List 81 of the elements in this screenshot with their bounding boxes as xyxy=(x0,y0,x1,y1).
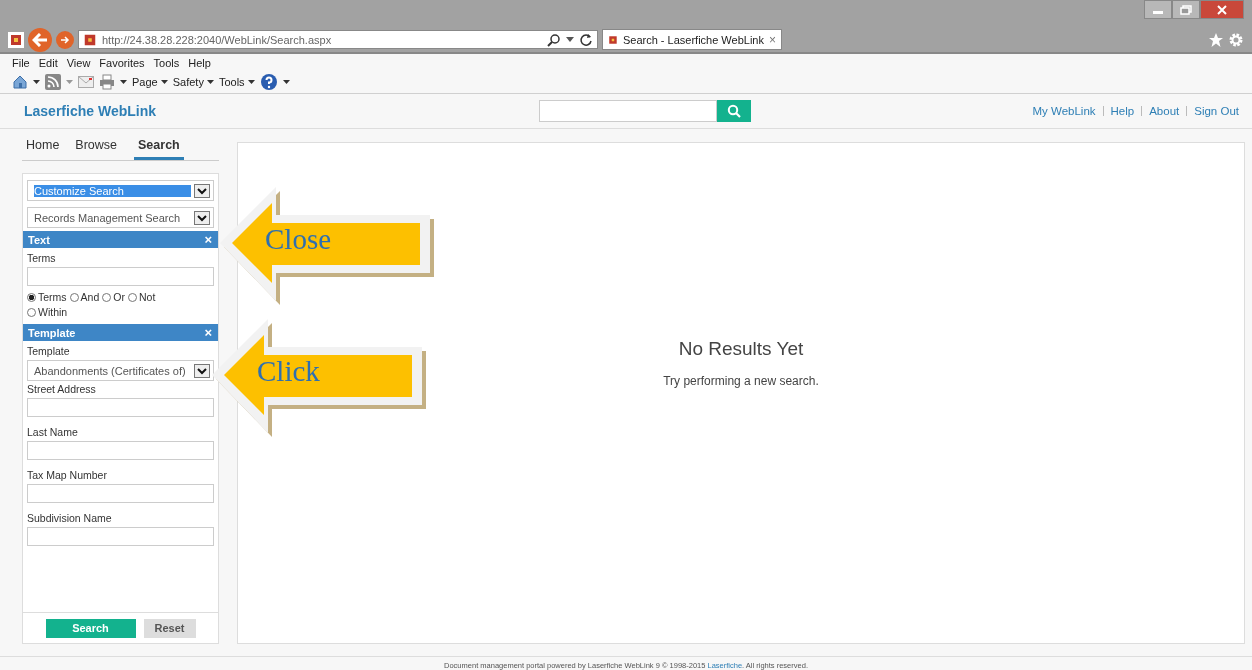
printer-icon[interactable] xyxy=(99,74,115,90)
field-label: Tax Map Number xyxy=(27,469,108,481)
minimize-button[interactable] xyxy=(1144,0,1172,19)
mail-icon[interactable] xyxy=(78,76,94,88)
field-label: Last Name xyxy=(27,426,79,438)
logo[interactable]: Laserfiche WebLink xyxy=(24,103,539,119)
search-icon[interactable] xyxy=(547,32,561,47)
menu-item[interactable]: File xyxy=(12,56,30,69)
chevron-down-icon xyxy=(194,210,210,225)
caret-icon[interactable] xyxy=(33,79,40,85)
header-link[interactable]: My WebLink xyxy=(1032,105,1096,117)
caret-icon[interactable] xyxy=(282,79,290,85)
menu-item[interactable]: Help xyxy=(188,56,211,69)
restore-icon xyxy=(1180,4,1192,15)
menu-item[interactable]: View xyxy=(66,56,91,69)
nav-tab[interactable]: Browse xyxy=(71,136,130,160)
refresh-icon[interactable] xyxy=(579,32,593,47)
arrow-right-icon xyxy=(60,34,70,45)
caret-icon xyxy=(206,79,214,85)
dropdown[interactable]: Records Management Search xyxy=(27,207,214,228)
chevron-down-icon xyxy=(194,363,210,378)
site-icon xyxy=(83,32,97,47)
search-icon xyxy=(727,104,741,118)
caret-icon[interactable] xyxy=(566,36,574,43)
restore-button[interactable] xyxy=(1172,0,1200,19)
close-icon xyxy=(1216,4,1228,15)
minimize-icon xyxy=(1153,11,1163,14)
close-button[interactable]: × xyxy=(204,325,212,340)
radio-option[interactable]: Within xyxy=(27,306,68,318)
help-icon[interactable] xyxy=(259,73,278,91)
tab-close-button[interactable]: × xyxy=(769,32,776,47)
star-icon[interactable] xyxy=(1208,31,1224,48)
caret-icon xyxy=(247,79,255,85)
caret-icon[interactable] xyxy=(120,79,127,85)
close-button[interactable] xyxy=(1200,0,1244,19)
back-button[interactable] xyxy=(28,27,52,52)
caret-icon xyxy=(160,79,168,85)
menu-item[interactable]: Favorites xyxy=(99,56,145,69)
results-title: No Results Yet xyxy=(678,338,804,360)
results-message: Try performing a new search. xyxy=(663,374,819,388)
input-field[interactable] xyxy=(27,398,214,417)
radio-option[interactable]: Terms xyxy=(27,291,67,303)
nav-tab[interactable]: Home xyxy=(22,136,72,160)
home-icon[interactable] xyxy=(12,74,28,90)
input-field[interactable] xyxy=(27,441,214,460)
feed-icon[interactable] xyxy=(45,74,61,90)
close-button[interactable]: × xyxy=(204,232,212,247)
command-menu[interactable]: Page xyxy=(132,76,168,88)
field-label: Template xyxy=(27,345,71,357)
command-menu[interactable]: Safety xyxy=(172,76,214,88)
chevron-down-icon xyxy=(194,183,210,198)
nav-tab[interactable]: Search xyxy=(134,136,184,160)
site-icon xyxy=(8,31,24,48)
browser-tab[interactable]: Search - Laserfiche WebLink × xyxy=(602,29,782,50)
menu-item[interactable]: Edit xyxy=(38,56,58,69)
field-label: Street Address xyxy=(27,383,97,395)
reset-button[interactable]: Reset xyxy=(143,618,196,638)
header-link[interactable]: Help xyxy=(1110,105,1135,117)
radio-option[interactable]: Not xyxy=(127,291,156,303)
dropdown[interactable]: Abandonments (Certificates of) xyxy=(27,360,214,381)
search-field[interactable] xyxy=(539,100,717,122)
input-field[interactable] xyxy=(27,527,214,546)
header-link[interactable]: Sign Out xyxy=(1194,105,1239,117)
radio-option[interactable]: Or xyxy=(102,291,125,303)
forward-button[interactable] xyxy=(56,30,74,49)
callout-label: Close xyxy=(265,222,332,256)
callout-label: Click xyxy=(257,354,320,388)
settings-icon[interactable] xyxy=(1228,31,1244,48)
address-bar[interactable]: http://24.38.28.228:2040/WebLink/Search.aspx xyxy=(78,30,598,49)
header-link[interactable]: About xyxy=(1149,105,1180,117)
field-label: Subdivision Name xyxy=(27,512,113,524)
section-title: Text xyxy=(28,233,50,246)
field-label: Terms xyxy=(27,252,57,264)
input-field[interactable] xyxy=(27,484,214,503)
arrow-left-icon xyxy=(32,32,48,47)
input-field[interactable] xyxy=(27,267,214,286)
radio-option[interactable]: And xyxy=(69,291,100,303)
menu-item[interactable]: Tools xyxy=(153,56,180,69)
section-title: Template xyxy=(28,326,76,339)
search-button[interactable] xyxy=(717,100,751,122)
command-menu[interactable]: Tools xyxy=(218,76,255,88)
